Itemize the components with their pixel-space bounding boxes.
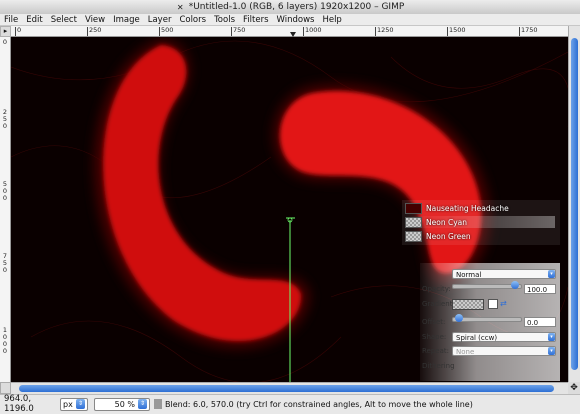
menu-layer[interactable]: Layer [148,14,172,26]
dithering-label[interactable]: Dithering [422,362,455,370]
menu-edit[interactable]: Edit [26,14,42,26]
ruler-tick: 1750 [519,26,538,36]
menu-view[interactable]: View [85,14,105,26]
layers-dock: Nauseating Headache Neon Cyan Neon Green [402,200,560,245]
navigate-icon[interactable]: ✥ [568,382,580,394]
status-message: Blend: 6.0, 570.0 (try Ctrl for constrai… [165,399,473,409]
mode-select[interactable]: Normal ▾ [452,269,556,279]
menu-file[interactable]: File [4,14,18,26]
ruler-tick: 0 [2,38,8,46]
dithering-row: Dithering [420,361,560,373]
window-title: *Untitled-1.0 (RGB, 6 layers) 1920x1200 … [188,2,405,12]
offset-row: Offset: 0.0 [420,314,560,329]
layer-name: Nauseating Headache [426,203,509,213]
ruler-tick: 750 [231,26,246,36]
ruler-tick: 0 [15,26,22,36]
menu-bar: File Edit Select View Image Layer Colors… [0,14,580,26]
ruler-tick: 1250 [375,26,394,36]
repeat-label: Repeat: [422,347,449,355]
horizontal-scrollbar[interactable] [11,382,568,394]
chevron-down-icon: ▾ [548,270,555,278]
chevron-down-icon: ▾ [548,347,555,355]
slider-knob[interactable] [511,281,519,289]
reverse-checkbox[interactable] [488,299,498,309]
scroll-thumb[interactable] [19,385,554,392]
repeat-row: Repeat: None ▾ [420,346,560,358]
mode-row: Normal ▾ [420,269,560,281]
ruler-tick: 1000 [2,326,8,355]
vertical-ruler[interactable]: 0 250 500 750 1000 [0,37,11,382]
offset-spinner[interactable]: 0.0 [524,317,556,327]
tool-options-panel: Normal ▾ Opacity: 100.0 Gradient: ⇄ Offs… [420,263,560,381]
unit-select[interactable]: px ⇕ [60,397,88,411]
status-bar: 964.0, 1196.0 px ⇕ 50 % ⇕ Blend: 6.0, 57… [0,394,580,414]
swap-icon[interactable]: ⇄ [500,299,507,308]
layer-thumbnail [405,202,422,214]
ruler-tick: 1500 [447,26,466,36]
menu-filters[interactable]: Filters [243,14,268,26]
ruler-tick: 500 [159,26,174,36]
layer-name: Neon Green [426,231,471,241]
layer-row[interactable]: Neon Green [405,230,555,242]
unit-value: px [63,399,73,409]
pointer-coordinates: 964.0, 1196.0 [4,394,34,414]
layer-row[interactable]: Nauseating Headache [405,202,555,214]
repeat-value: None [456,348,475,356]
ruler-tick: 750 [2,252,8,274]
chevron-down-icon: ▾ [548,333,555,341]
gradient-row: Gradient: ⇄ [420,299,560,311]
menu-windows[interactable]: Windows [277,14,315,26]
chevron-updown-icon: ⇕ [76,399,85,409]
offset-slider[interactable] [452,314,522,322]
gradient-preview[interactable] [452,299,484,310]
layer-name: Neon Cyan [426,217,467,227]
layer-row[interactable]: Neon Cyan [405,216,555,228]
menu-image[interactable]: Image [113,14,140,26]
offset-label: Offset: [422,318,446,326]
menu-tools[interactable]: Tools [214,14,235,26]
opacity-row: Opacity: 100.0 [420,281,560,296]
layer-thumbnail [405,230,422,242]
ruler-tick: 250 [2,108,8,130]
menu-colors[interactable]: Colors [179,14,206,26]
gradient-label: Gradient: [422,300,455,308]
opacity-spinner[interactable]: 100.0 [524,284,556,294]
ruler-tick: 1000 [303,26,322,36]
vertical-scrollbar[interactable] [568,26,580,382]
scroll-thumb[interactable] [571,38,578,370]
menu-help[interactable]: Help [322,14,341,26]
shape-value: Spiral (ccw) [456,334,498,342]
image-canvas[interactable]: Nauseating Headache Neon Cyan Neon Green… [11,37,568,382]
zoom-select[interactable]: 50 % ⇕ [94,397,150,411]
ruler-tick: 250 [87,26,102,36]
ruler-tick: 500 [2,180,8,202]
blend-tool-icon [154,399,162,409]
zoom-value: 50 % [114,399,135,409]
layer-thumbnail [405,216,422,228]
shape-row: Shape: Spiral (ccw) ▾ [420,332,560,344]
mode-value: Normal [456,271,482,279]
opacity-label: Opacity: [422,285,451,293]
shape-select[interactable]: Spiral (ccw) ▾ [452,332,556,342]
chevron-updown-icon: ⇕ [138,399,147,409]
ruler-corner-button[interactable]: ▸ [0,26,11,37]
opacity-slider[interactable] [452,281,522,289]
repeat-select[interactable]: None ▾ [452,346,556,356]
shape-label: Shape: [422,333,447,341]
x11-icon: ✕ [176,3,184,12]
slider-knob[interactable] [455,314,463,322]
quick-mask-toggle[interactable] [0,382,11,394]
menu-select[interactable]: Select [51,14,77,26]
